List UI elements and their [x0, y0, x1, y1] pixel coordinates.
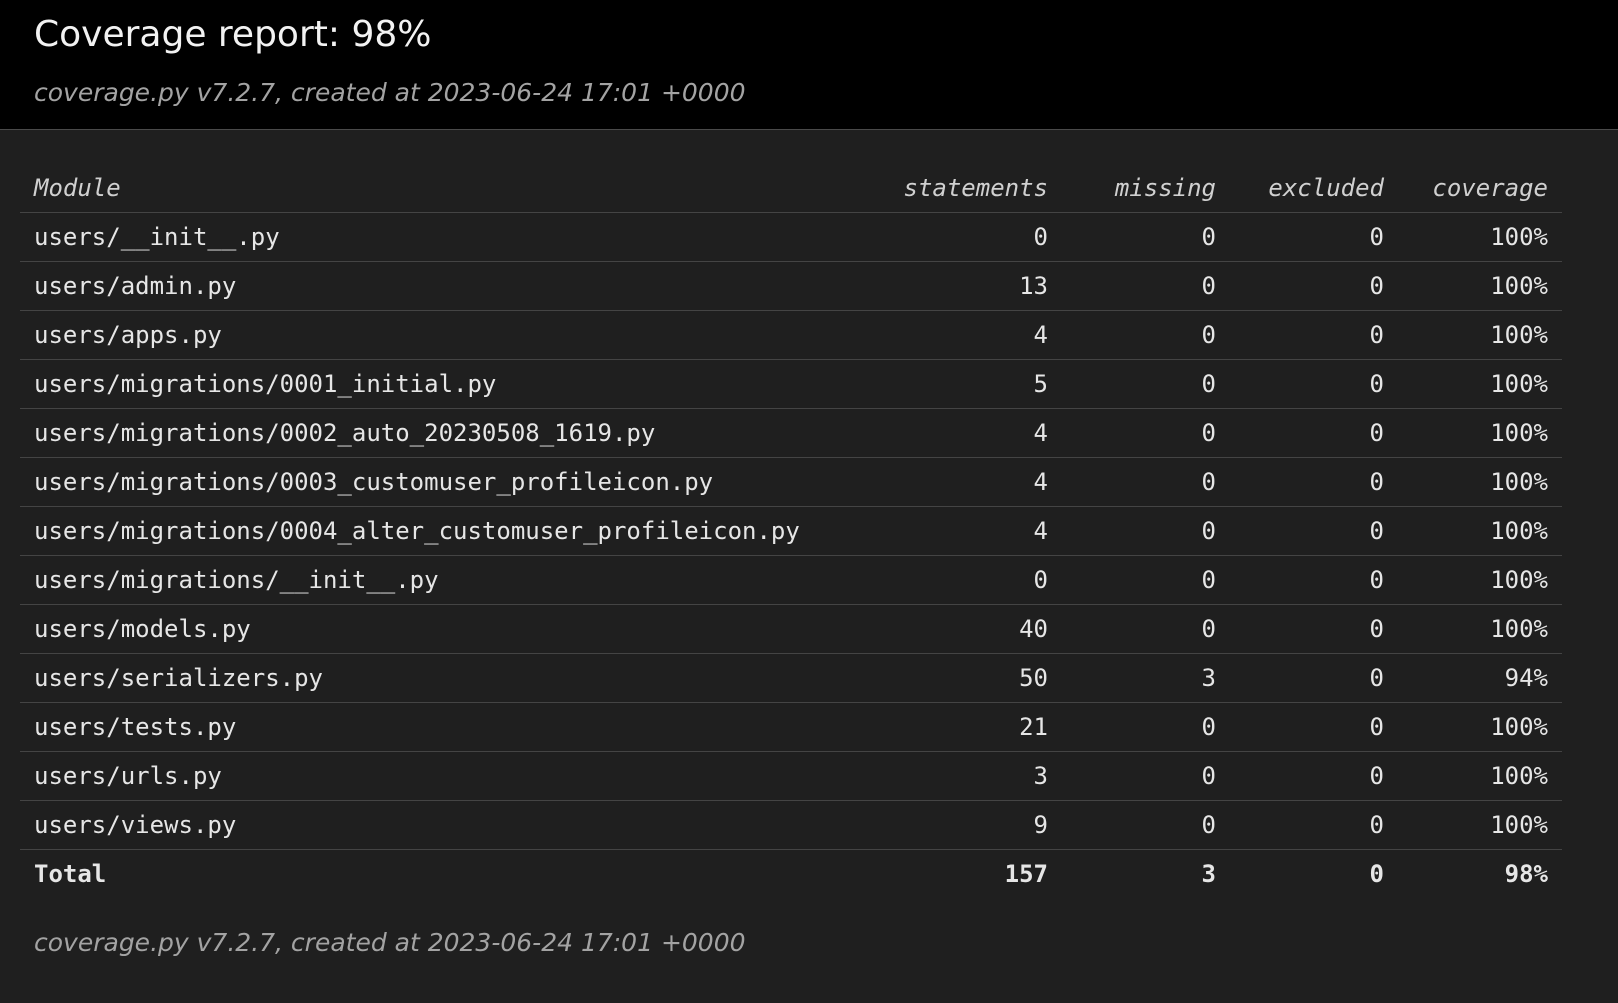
total-missing: 3	[1201, 860, 1216, 888]
module-link[interactable]: users/views.py	[20, 800, 880, 850]
statements-cell: 0	[880, 212, 1062, 262]
excluded-cell: 0	[1230, 751, 1398, 801]
statements-cell: 4	[880, 408, 1062, 458]
column-header-coverage[interactable]: coverage	[1398, 164, 1562, 213]
table-row: users/apps.py 4 0 0 100%	[20, 310, 1562, 360]
table-row: users/migrations/0004_alter_customuser_p…	[20, 506, 1562, 556]
module-link[interactable]: users/admin.py	[20, 261, 880, 311]
coverage-cell: 100%	[1398, 604, 1562, 654]
excluded-cell: 0	[1230, 702, 1398, 752]
statements-cell: 50	[880, 653, 1062, 703]
excluded-cell: 0	[1230, 653, 1398, 703]
statements-cell: 4	[880, 457, 1062, 507]
missing-cell: 0	[1062, 408, 1230, 458]
header-meta-text: coverage.py v7.2.7, created at 2023-06-2…	[34, 78, 746, 107]
statements-cell: 40	[880, 604, 1062, 654]
table-row: users/views.py 9 0 0 100%	[20, 800, 1562, 850]
missing-cell: 0	[1062, 359, 1230, 409]
table-row: users/migrations/0001_initial.py 5 0 0 100%	[20, 359, 1562, 409]
module-link[interactable]: users/__init__.py	[20, 212, 880, 262]
coverage-cell: 94%	[1398, 653, 1562, 703]
excluded-cell: 0	[1230, 261, 1398, 311]
table-footer: Total 157 3 0 98%	[20, 850, 1562, 899]
coverage-cell: 100%	[1398, 457, 1562, 507]
coverage-cell: 100%	[1398, 555, 1562, 605]
coverage-cell: 100%	[1398, 408, 1562, 458]
missing-cell: 0	[1062, 506, 1230, 556]
missing-cell: 0	[1062, 310, 1230, 360]
module-link[interactable]: users/migrations/0003_customuser_profile…	[20, 457, 880, 507]
column-header-module[interactable]: Module	[20, 164, 880, 213]
excluded-cell: 0	[1230, 800, 1398, 850]
coverage-cell: 100%	[1398, 751, 1562, 801]
module-link[interactable]: users/apps.py	[20, 310, 880, 360]
module-link[interactable]: users/migrations/0001_initial.py	[20, 359, 880, 409]
statements-cell: 4	[880, 506, 1062, 556]
statements-cell: 4	[880, 310, 1062, 360]
table-row: users/migrations/0003_customuser_profile…	[20, 457, 1562, 507]
module-link[interactable]: users/serializers.py	[20, 653, 880, 703]
statements-cell: 21	[880, 702, 1062, 752]
module-link[interactable]: users/migrations/__init__.py	[20, 555, 880, 605]
excluded-cell: 0	[1230, 359, 1398, 409]
module-link[interactable]: users/migrations/0002_auto_20230508_1619…	[20, 408, 880, 458]
coverage-index: Module statements missing excluded cover…	[20, 164, 1562, 898]
footer-meta-text: coverage.py v7.2.7, created at 2023-06-2…	[34, 928, 746, 957]
table-row: users/serializers.py 50 3 0 94%	[20, 653, 1562, 703]
missing-cell: 3	[1062, 653, 1230, 703]
table-body: users/__init__.py 0 0 0 100% users/admin.py 13…	[20, 212, 1562, 850]
missing-cell: 0	[1062, 604, 1230, 654]
statements-cell: 13	[880, 261, 1062, 311]
coverage-cell: 100%	[1398, 310, 1562, 360]
table-row: users/urls.py 3 0 0 100%	[20, 751, 1562, 801]
missing-cell: 0	[1062, 212, 1230, 262]
total-label: Total	[34, 860, 107, 888]
table-header: Module statements missing excluded cover…	[20, 164, 1562, 213]
report-header: Coverage report: 98% coverage.py v7.2.7,…	[0, 0, 1618, 130]
excluded-cell: 0	[1230, 555, 1398, 605]
excluded-cell: 0	[1230, 212, 1398, 262]
excluded-cell: 0	[1230, 506, 1398, 556]
statements-cell: 5	[880, 359, 1062, 409]
missing-cell: 0	[1062, 555, 1230, 605]
column-header-statements[interactable]: statements	[880, 164, 1062, 213]
coverage-cell: 100%	[1398, 261, 1562, 311]
excluded-cell: 0	[1230, 310, 1398, 360]
column-header-excluded[interactable]: excluded	[1230, 164, 1398, 213]
table-row: users/migrations/__init__.py 0 0 0 100%	[20, 555, 1562, 605]
missing-cell: 0	[1062, 751, 1230, 801]
module-link[interactable]: users/tests.py	[20, 702, 880, 752]
missing-cell: 0	[1062, 800, 1230, 850]
coverage-cell: 100%	[1398, 800, 1562, 850]
excluded-cell: 0	[1230, 408, 1398, 458]
table-row: users/migrations/0002_auto_20230508_1619…	[20, 408, 1562, 458]
module-link[interactable]: users/migrations/0004_alter_customuser_p…	[20, 506, 880, 556]
coverage-cell: 100%	[1398, 506, 1562, 556]
statements-cell: 3	[880, 751, 1062, 801]
table-row: users/models.py 40 0 0 100%	[20, 604, 1562, 654]
module-link[interactable]: users/models.py	[20, 604, 880, 654]
statements-cell: 0	[880, 555, 1062, 605]
table-row: users/tests.py 21 0 0 100%	[20, 702, 1562, 752]
coverage-cell: 100%	[1398, 212, 1562, 262]
header-row: Module statements missing excluded cover…	[20, 164, 1562, 213]
table-row: users/__init__.py 0 0 0 100%	[20, 212, 1562, 262]
missing-cell: 0	[1062, 457, 1230, 507]
total-row: Total 157 3 0 98%	[20, 850, 1562, 899]
page-title: Coverage report: 98%	[34, 14, 432, 55]
total-statements: 157	[1004, 860, 1048, 888]
module-link[interactable]: users/urls.py	[20, 751, 880, 801]
table-row: users/admin.py 13 0 0 100%	[20, 261, 1562, 311]
coverage-table: Module statements missing excluded cover…	[20, 164, 1562, 898]
column-header-missing[interactable]: missing	[1062, 164, 1230, 213]
coverage-cell: 100%	[1398, 359, 1562, 409]
missing-cell: 0	[1062, 261, 1230, 311]
missing-cell: 0	[1062, 702, 1230, 752]
statements-cell: 9	[880, 800, 1062, 850]
coverage-cell: 100%	[1398, 702, 1562, 752]
excluded-cell: 0	[1230, 604, 1398, 654]
total-coverage: 98%	[1504, 860, 1548, 888]
total-excluded: 0	[1369, 860, 1384, 888]
excluded-cell: 0	[1230, 457, 1398, 507]
